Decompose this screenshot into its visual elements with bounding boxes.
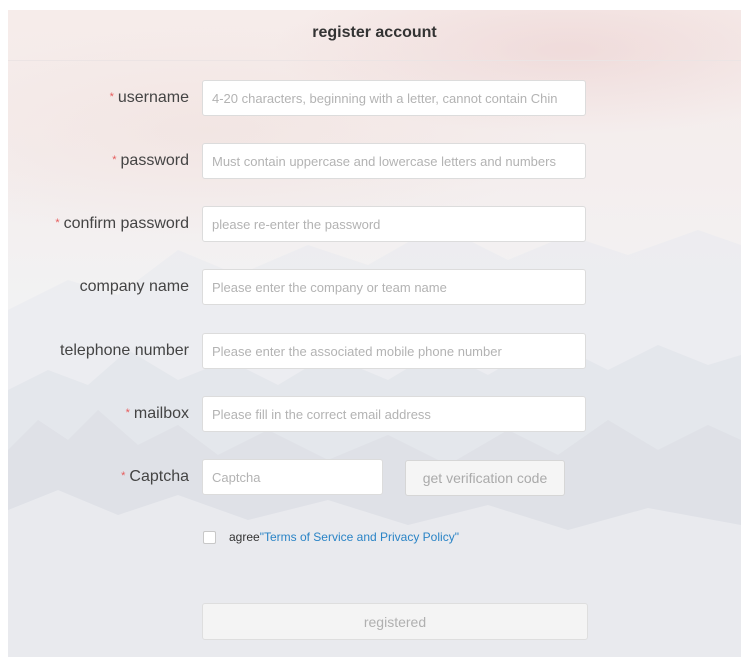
required-mark: * — [109, 91, 114, 103]
register-button[interactable]: registered — [202, 603, 588, 640]
captcha-label: * Captcha — [121, 468, 189, 485]
confirm-password-input[interactable] — [202, 206, 586, 242]
telephone-number-label: telephone number — [60, 342, 189, 359]
captcha-input[interactable] — [202, 459, 383, 495]
header: register account — [8, 10, 741, 61]
password-label: * password — [112, 152, 189, 169]
mailbox-label: * mailbox — [125, 405, 189, 422]
telephone-number-input[interactable] — [202, 333, 586, 369]
required-mark: * — [55, 217, 60, 229]
mailbox-row: * mailbox — [8, 396, 741, 434]
username-label: * username — [109, 89, 189, 106]
required-mark: * — [125, 407, 130, 419]
captcha-row: *Captcha get verification code — [8, 459, 741, 497]
confirm-password-label: * confirm password — [55, 215, 189, 232]
register-panel: register account *username *password *co… — [8, 10, 741, 657]
mailbox-input[interactable] — [202, 396, 586, 432]
company-name-input[interactable] — [202, 269, 586, 305]
confirm-password-row: * confirm password — [8, 206, 741, 244]
username-input[interactable] — [202, 80, 586, 116]
required-mark: * — [121, 470, 126, 482]
password-row: * password — [8, 143, 741, 181]
get-verification-code-button[interactable]: get verification code — [405, 460, 565, 496]
agreement-text: agree"Terms of Service and Privacy Polic… — [229, 530, 459, 544]
telephone-number-row: telephone number — [8, 333, 741, 371]
company-name-row: company name — [8, 269, 741, 307]
page-title: register account — [312, 24, 437, 41]
company-name-label: company name — [79, 278, 189, 295]
password-input[interactable] — [202, 143, 586, 179]
username-row: * username — [8, 80, 741, 118]
required-mark: * — [112, 154, 117, 166]
terms-privacy-link[interactable]: "Terms of Service and Privacy Policy" — [260, 530, 459, 544]
agree-prefix: agree — [229, 530, 260, 544]
agree-checkbox[interactable] — [203, 531, 216, 544]
